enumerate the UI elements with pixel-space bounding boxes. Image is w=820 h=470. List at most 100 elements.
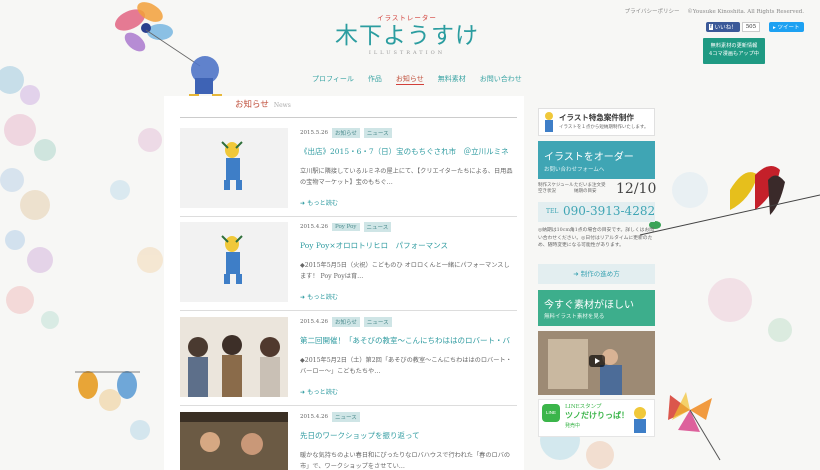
entry-tag[interactable]: ニュース: [332, 412, 360, 422]
nav-profile[interactable]: プロフィール: [312, 74, 354, 85]
order-subtitle: お問い合わせフォームへ: [544, 167, 605, 173]
facebook-like-count: 505: [741, 22, 761, 32]
banner-line-2: 4コマ漫画もアップ中: [709, 51, 759, 57]
line-stamp-status: 発売中: [565, 423, 581, 429]
entry-excerpt: 立川駅に隣接しているルミネの屋上にて、【クリエイターたちによる、日用品の宝物マー…: [300, 168, 513, 186]
delivery-date: 12/10: [616, 181, 657, 197]
play-icon: [595, 358, 600, 364]
line-stamp-banner[interactable]: LINE LINEスタンプ ツノだけりっぱ！ 発売中: [538, 399, 655, 437]
tel-label: TEL: [546, 208, 559, 215]
tweet-button[interactable]: ▸ ツイート: [769, 22, 804, 32]
entry-thumbnail[interactable]: [180, 222, 288, 302]
illustration-thumbnail: [221, 235, 243, 284]
play-button[interactable]: [589, 355, 605, 367]
read-more-label: もっと読む: [307, 200, 339, 207]
line-stamp-title: LINEスタンプ: [565, 404, 602, 410]
entry-meta: 2015.5.26 お知らせ ニュース: [300, 128, 392, 138]
logo-illustration-label: ILLUSTRATION: [368, 50, 446, 56]
top-links: プライバシーポリシー ©Yousuke Kinoshita. All Right…: [619, 7, 804, 15]
tweet-label: ツイート: [777, 25, 800, 31]
illustration-thumbnail: [221, 141, 243, 190]
page-title-sub: News: [273, 102, 291, 109]
read-more-label: もっと読む: [307, 389, 339, 396]
title-divider: [180, 117, 517, 118]
phone-number: 090-3913-4282: [563, 204, 656, 218]
arrow-circle-icon: ➜: [300, 200, 306, 207]
facebook-like-label: いいね！: [714, 25, 737, 31]
entry-date: 2015.4.26: [300, 319, 328, 325]
nav-free-materials[interactable]: 無料素材: [438, 74, 466, 85]
entry-title[interactable]: 先日のワークショップを振り返って: [300, 430, 420, 441]
character-icon: [545, 112, 553, 132]
schedule-block: 制作スケジュール 空き状況 ただいま注文受 納期の目安 12/10: [538, 181, 657, 201]
free-material-update-banner[interactable]: 無料素材の更新情報 4コマ漫画もアップ中: [703, 38, 765, 64]
production-flow-button[interactable]: ➜ 制作の進め方: [538, 264, 655, 284]
copyright-text: ©Yousuke Kinoshita. All Rights Reserved.: [687, 9, 804, 15]
page-title-text: お知らせ: [235, 100, 269, 110]
entry-date: 2015.4.26: [300, 414, 328, 420]
entry-divider: [180, 310, 517, 311]
schedule-status-2: 納期の目安: [574, 189, 597, 194]
production-flow-label: 制作の進め方: [580, 270, 620, 278]
entry-divider: [180, 216, 517, 217]
special-order-title: イラスト特急案件制作: [559, 113, 634, 122]
entry-thumbnail[interactable]: [180, 128, 288, 208]
entry-tag[interactable]: お知らせ: [332, 128, 360, 138]
read-more-link[interactable]: ➜ もっと読む: [300, 198, 338, 207]
special-order-subtitle: イラストを１点から短納期制作いたします。: [559, 125, 649, 130]
arrow-circle-icon: ➜: [300, 294, 306, 301]
read-more-link[interactable]: ➜ もっと読む: [300, 387, 338, 396]
logo-title: 木下ようすけ: [335, 23, 479, 49]
main-nav: プロフィール 作品 お知らせ 無料素材 お問い合わせ: [312, 74, 522, 85]
character-icon: [634, 407, 646, 433]
entry-tag[interactable]: ニュース: [363, 317, 392, 327]
twitter-icon: ▸: [773, 25, 776, 31]
free-material-subtitle: 無料イラスト素材を見る: [544, 314, 605, 320]
entry-tag[interactable]: ニュース: [363, 222, 392, 232]
entry-meta: 2015.4.26 ニュース: [300, 412, 360, 422]
nav-contact[interactable]: お問い合わせ: [480, 74, 522, 85]
entry-tag[interactable]: Poy Poy: [332, 223, 360, 231]
entry-tag[interactable]: お知らせ: [332, 317, 360, 327]
privacy-policy-link[interactable]: プライバシーポリシー: [625, 9, 680, 15]
special-order-banner[interactable]: イラスト特急案件制作 イラストを１点から短納期制作いたします。: [538, 108, 655, 136]
photo-thumbnail: [180, 317, 288, 397]
nav-news[interactable]: お知らせ: [395, 74, 424, 85]
arrow-circle-icon: ➜: [573, 270, 579, 278]
video-thumbnail[interactable]: [538, 331, 655, 395]
order-illustration-button[interactable]: イラストをオーダー お問い合わせフォームへ: [538, 141, 655, 179]
arrow-circle-icon: ➜: [300, 389, 306, 396]
order-notes: ◎納期は10cm角1点の場合の目安です。詳しくはお問い合わせください。◎日付はリ…: [538, 228, 655, 248]
facebook-like-widget[interactable]: f いいね！ 505: [706, 22, 761, 32]
free-material-title: 今すぐ素材がほしい: [544, 300, 634, 311]
entry-title[interactable]: 第二回開催！「あそびの教室〜こんにちわははのロバート・バ: [300, 335, 510, 346]
entry-title[interactable]: Poy Poy×オロロトリヒロ パフォーマンス: [300, 240, 448, 251]
line-icon: LINE: [542, 404, 560, 422]
entry-meta: 2015.4.26 お知らせ ニュース: [300, 317, 392, 327]
entry-excerpt: ◆2015年5月2日（土）第2回「あそびの教室〜こんにちわははのロバート・バーロ…: [300, 357, 512, 375]
entry-excerpt: 暖かな気持ちのよい春日和にぴったりなロバハウスで行われた「春のロバの市」で、ワー…: [300, 452, 511, 470]
entry-title[interactable]: 《出店》2015・6・7（日）宝のもちぐされ市 ＠立川ルミネ: [300, 146, 509, 157]
free-material-button[interactable]: 今すぐ素材がほしい 無料イラスト素材を見る: [538, 290, 655, 326]
entry-tag[interactable]: ニュース: [363, 128, 392, 138]
schedule-label-2: 空き状況: [538, 189, 556, 194]
page-title: お知らせ News: [235, 98, 291, 110]
entry-date: 2015.4.26: [300, 224, 328, 230]
entry-thumbnail[interactable]: [180, 412, 288, 470]
phone-block[interactable]: TEL 090-3913-4282: [538, 202, 655, 222]
order-title: イラストをオーダー: [544, 152, 634, 163]
entry-excerpt: ◆2015年5月5日（火祝）こどものひ オロロくんと一緒にパフォーマンスします！…: [300, 262, 510, 280]
read-more-label: もっと読む: [307, 294, 339, 301]
photo-thumbnail: [180, 412, 288, 470]
read-more-link[interactable]: ➜ もっと読む: [300, 292, 338, 301]
nav-works[interactable]: 作品: [368, 74, 382, 85]
entry-meta: 2015.4.26 Poy Poy ニュース: [300, 222, 392, 232]
schedule-label: 制作スケジュール 空き状況: [538, 183, 574, 195]
facebook-like-button[interactable]: f いいね！: [706, 22, 740, 32]
facebook-icon: f: [709, 24, 713, 30]
schedule-status: ただいま注文受 納期の目安: [574, 183, 606, 195]
entry-thumbnail[interactable]: [180, 317, 288, 397]
logo-subtitle: イラストレーター: [377, 14, 437, 22]
site-logo[interactable]: イラストレーター 木下ようすけ ILLUSTRATION: [332, 12, 482, 56]
entry-date: 2015.5.26: [300, 130, 328, 136]
